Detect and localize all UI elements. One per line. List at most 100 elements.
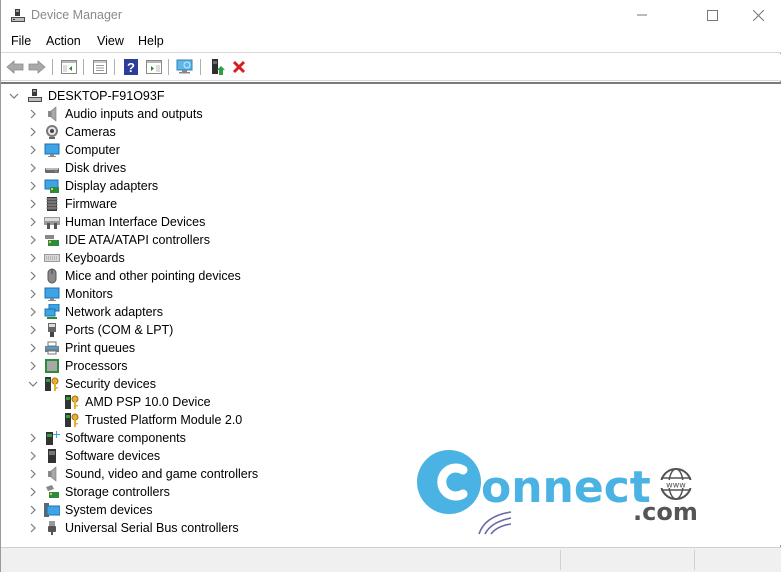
back-arrow-icon (6, 60, 24, 74)
expand-chevron-icon[interactable] (28, 181, 38, 191)
expand-chevron-icon[interactable] (28, 523, 38, 533)
forward-button[interactable] (27, 57, 47, 77)
tree-node-label: Processors (65, 359, 128, 373)
expand-chevron-icon[interactable] (28, 325, 38, 335)
toolbar-separator (200, 59, 201, 75)
hid-icon (44, 217, 60, 229)
tree-category-node[interactable]: System devices (28, 501, 153, 519)
help-button[interactable]: ? (121, 57, 141, 77)
expand-chevron-icon[interactable] (28, 451, 38, 461)
expand-chevron-icon[interactable] (28, 271, 38, 281)
speaker-icon (48, 106, 57, 122)
help-icon: ? (124, 59, 138, 75)
tree-category-node[interactable]: IDE ATA/ATAPI controllers (28, 231, 210, 249)
title-bar[interactable]: Device Manager (1, 0, 781, 32)
logo-circle (417, 450, 481, 514)
uninstall-icon (232, 60, 246, 74)
tree-category-node[interactable]: Human Interface Devices (28, 213, 205, 231)
tree-category-node[interactable]: Security devices (28, 375, 156, 393)
tree-category-node[interactable]: Firmware (28, 195, 117, 213)
tree-category-node[interactable]: Keyboards (28, 249, 125, 267)
tree-node-label: System devices (65, 503, 153, 517)
expand-chevron-icon[interactable] (28, 289, 38, 299)
scan-hardware-icon (176, 59, 193, 74)
toolbar-separator (83, 59, 84, 75)
expand-chevron-icon[interactable] (28, 145, 38, 155)
menu-file[interactable]: File (11, 34, 31, 48)
expand-chevron-icon[interactable] (28, 109, 38, 119)
tree-root-node[interactable]: DESKTOP-F91O93F (9, 87, 164, 105)
expand-chevron-icon[interactable] (28, 433, 38, 443)
expand-chevron-icon[interactable] (28, 361, 38, 371)
tree-category-node[interactable]: Disk drives (28, 159, 126, 177)
tree-node-label: Ports (COM & LPT) (65, 323, 174, 337)
monitor-icon (44, 143, 60, 157)
device-manager-window: Device Manager File Action View Help ? D… (0, 0, 781, 572)
software-device-icon (48, 449, 56, 463)
expand-chevron-icon[interactable] (28, 253, 38, 263)
tree-device-node[interactable]: Trusted Platform Module 2.0 (64, 411, 242, 429)
update-driver-icon (212, 59, 225, 75)
close-button[interactable] (735, 0, 781, 30)
tree-node-label: Print queues (65, 341, 136, 355)
tree-node-label: Monitors (65, 287, 113, 301)
uninstall-device-button[interactable] (229, 57, 249, 77)
show-hide-action-pane-button[interactable] (144, 57, 164, 77)
collapse-chevron-icon[interactable] (28, 379, 38, 389)
tree-node-label: Trusted Platform Module 2.0 (85, 413, 243, 427)
software-component-icon (46, 431, 60, 445)
expand-chevron-icon[interactable] (28, 217, 38, 227)
minimize-button[interactable] (619, 0, 665, 30)
mouse-icon (47, 268, 57, 284)
signal-waves-icon (478, 511, 512, 535)
tree-node-label: Software devices (65, 449, 161, 463)
tree-category-node[interactable]: Sound, video and game controllers (28, 465, 258, 483)
show-hide-console-tree-button[interactable] (59, 57, 79, 77)
expand-chevron-icon[interactable] (28, 469, 38, 479)
properties-button[interactable] (90, 57, 110, 77)
speaker-icon (48, 466, 57, 482)
menu-view[interactable]: View (97, 34, 124, 48)
expand-chevron-icon[interactable] (28, 163, 38, 173)
firmware-chip-icon (46, 197, 58, 211)
update-driver-button[interactable] (207, 57, 227, 77)
tree-node-label: Security devices (65, 377, 157, 391)
tree-category-node[interactable]: Cameras (28, 123, 116, 141)
tree-node-label: Software components (65, 431, 186, 445)
scan-for-hardware-changes-button[interactable] (175, 57, 195, 77)
expand-chevron-icon[interactable] (28, 343, 38, 353)
tree-category-node[interactable]: Software devices (28, 447, 160, 465)
collapse-chevron-icon[interactable] (9, 91, 19, 101)
tree-category-node[interactable]: Print queues (28, 339, 135, 357)
close-icon (752, 9, 764, 21)
svg-text:?: ? (127, 60, 135, 75)
expand-chevron-icon[interactable] (28, 127, 38, 137)
tree-node-label: IDE ATA/ATAPI controllers (65, 233, 210, 247)
tree-category-node[interactable]: Computer (28, 141, 120, 159)
tree-category-node[interactable]: Display adapters (28, 177, 158, 195)
storage-controller-icon (46, 485, 59, 498)
tree-node-label: Display adapters (65, 179, 159, 193)
action-pane-icon (146, 60, 162, 74)
tree-category-node[interactable]: Universal Serial Bus controllers (28, 519, 239, 537)
tree-category-node[interactable]: Monitors (28, 285, 113, 303)
tree-category-node[interactable]: Software components (28, 429, 186, 447)
window-title: Device Manager (31, 8, 123, 22)
tree-category-node[interactable]: Audio inputs and outputs (28, 105, 203, 123)
tree-category-node[interactable]: Storage controllers (28, 483, 170, 501)
tree-category-node[interactable]: Ports (COM & LPT) (28, 321, 173, 339)
expand-chevron-icon[interactable] (28, 307, 38, 317)
expand-chevron-icon[interactable] (28, 487, 38, 497)
back-button[interactable] (5, 57, 25, 77)
tree-category-node[interactable]: Mice and other pointing devices (28, 267, 241, 285)
forward-arrow-icon (28, 60, 46, 74)
tree-category-node[interactable]: Network adapters (28, 303, 163, 321)
tree-category-node[interactable]: Processors (28, 357, 128, 375)
tree-device-node[interactable]: AMD PSP 10.0 Device (64, 393, 211, 411)
menu-help[interactable]: Help (138, 34, 164, 48)
expand-chevron-icon[interactable] (28, 235, 38, 245)
expand-chevron-icon[interactable] (28, 505, 38, 515)
maximize-button[interactable] (689, 0, 735, 30)
menu-action[interactable]: Action (46, 34, 81, 48)
expand-chevron-icon[interactable] (28, 199, 38, 209)
